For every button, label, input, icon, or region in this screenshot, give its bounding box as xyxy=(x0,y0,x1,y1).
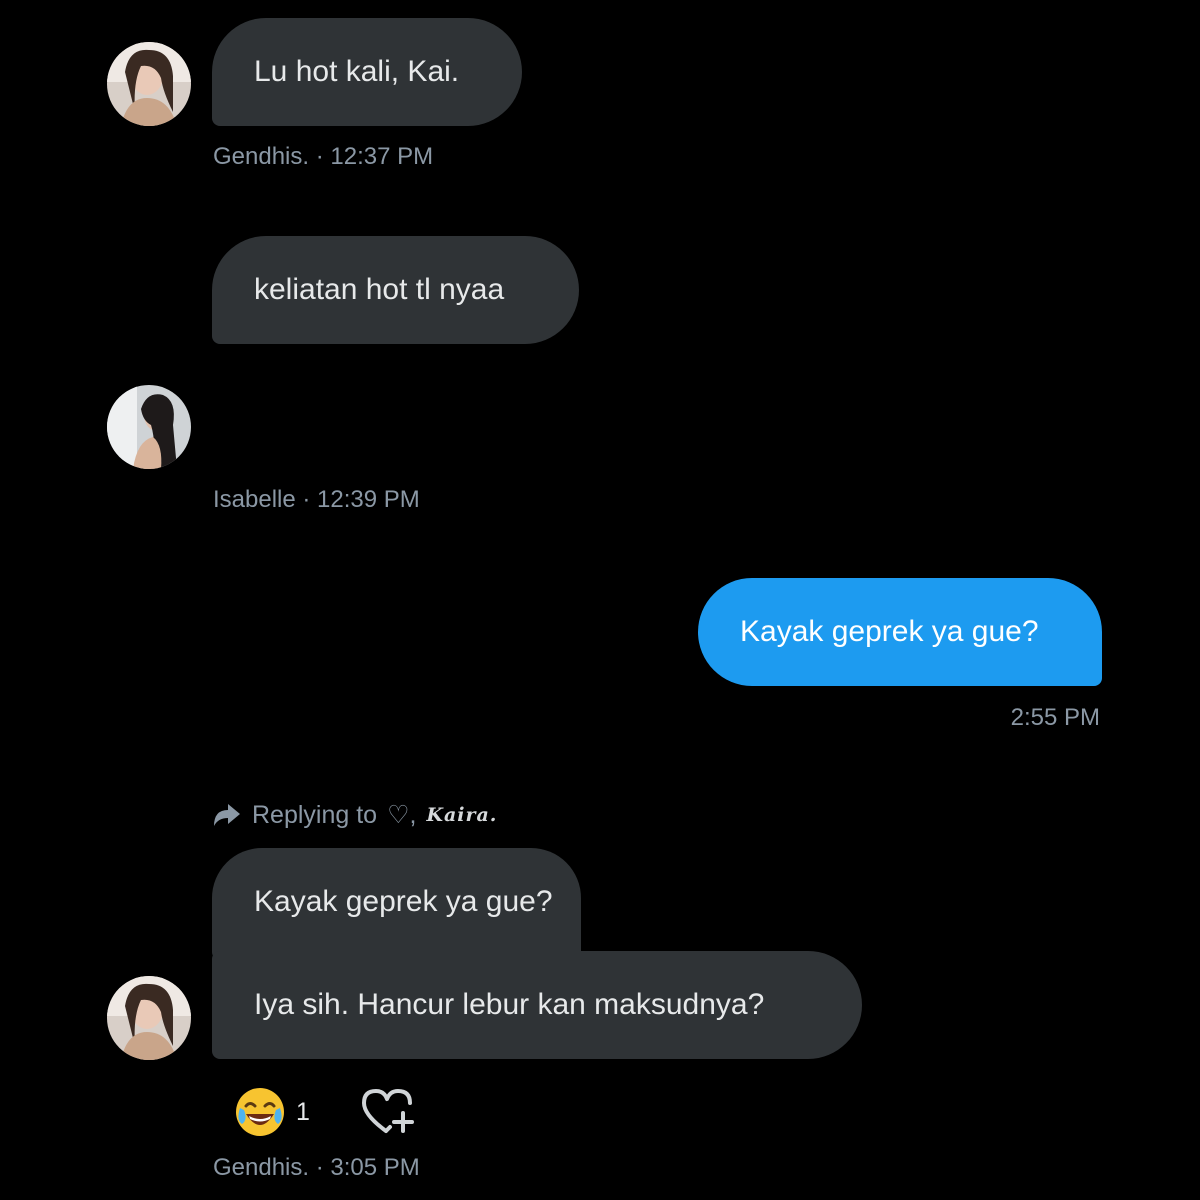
message-bubble[interactable]: Lu hot kali, Kai. xyxy=(212,18,522,126)
reaction-row: 1 xyxy=(234,1086,418,1138)
message-text: keliatan hot tl nyaa xyxy=(254,273,505,306)
heart-plus-icon[interactable] xyxy=(360,1087,418,1137)
outgoing-message-bubble[interactable]: Kayak geprek ya gue? xyxy=(698,578,1102,686)
replying-to-label[interactable]: Replying to ♡, Kaira. xyxy=(212,800,497,830)
avatar-gendhis-image xyxy=(107,976,191,1060)
replying-to-name-prefix: ♡, xyxy=(387,801,417,829)
message-meta: Gendhis. · 12:37 PM xyxy=(213,143,434,170)
hidden-message xyxy=(212,360,702,460)
avatar-isabelle-image xyxy=(107,385,191,469)
message-text: Kayak geprek ya gue? xyxy=(740,615,1039,648)
reply-arrow-icon xyxy=(212,802,242,828)
message-text: Iya sih. Hancur lebur kan maksudnya? xyxy=(254,988,765,1021)
avatar-gendhis[interactable] xyxy=(107,976,191,1060)
message-meta: Isabelle · 12:39 PM xyxy=(213,486,420,513)
message-meta: Gendhis. · 3:05 PM xyxy=(213,1154,420,1181)
avatar-isabelle[interactable] xyxy=(107,385,191,469)
tears-of-joy-emoji[interactable] xyxy=(234,1086,286,1138)
message-text: Lu hot kali, Kai. xyxy=(254,55,460,88)
message-bubble[interactable]: Iya sih. Hancur lebur kan maksudnya? xyxy=(212,951,862,1059)
message-meta: 2:55 PM xyxy=(1010,704,1100,731)
message-bubble[interactable]: keliatan hot tl nyaa xyxy=(212,236,579,344)
replying-to-prefix: Replying to xyxy=(252,801,378,829)
avatar-gendhis[interactable] xyxy=(107,42,191,126)
reaction-count: 1 xyxy=(296,1097,310,1126)
quoted-message-bubble[interactable]: Kayak geprek ya gue? xyxy=(212,848,581,960)
avatar-gendhis-image xyxy=(107,42,191,126)
replying-to-name: Kaira. xyxy=(426,804,498,826)
quoted-message-text: Kayak geprek ya gue? xyxy=(254,885,553,918)
